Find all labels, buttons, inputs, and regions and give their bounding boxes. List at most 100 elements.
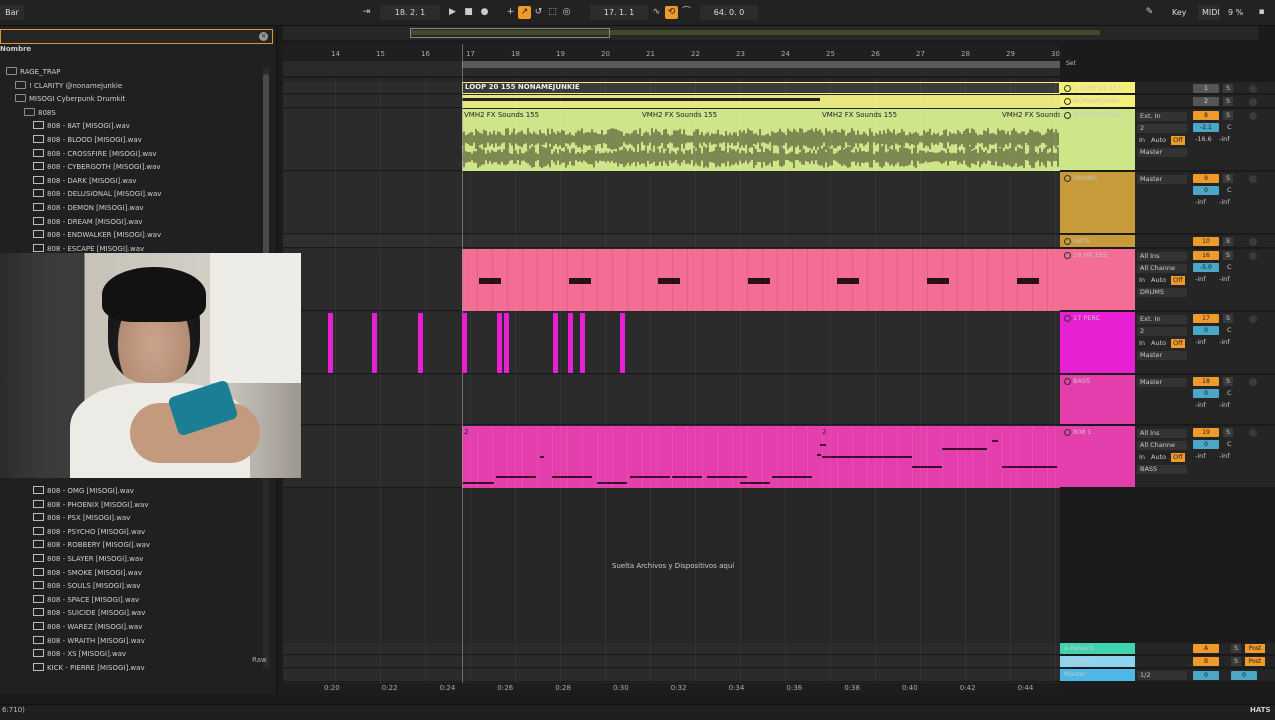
track-header[interactable]: 16 Hit 155 <box>1060 249 1135 311</box>
browser-item[interactable]: 808 - SPACE [MISOGI].wav <box>33 594 139 607</box>
lane-perc[interactable] <box>283 312 1060 374</box>
browser-item[interactable]: 808 - CYBERGOTH [MISOGI].wav <box>33 161 161 174</box>
track-header[interactable]: 8 VMH2 FX Sou <box>1060 109 1135 171</box>
browser-item[interactable]: 808 - SUICIDE [MISOGI].wav <box>33 607 145 620</box>
arm-icon[interactable] <box>1249 315 1257 323</box>
session-record-icon[interactable]: ◎ <box>560 6 573 19</box>
midi-note[interactable] <box>740 482 770 484</box>
midi-note[interactable] <box>568 278 591 284</box>
perc-clip[interactable] <box>620 313 625 373</box>
perc-clip[interactable] <box>462 313 467 373</box>
midi-note[interactable] <box>658 278 681 284</box>
browser-item[interactable]: 808 - DREAM [MISOGI].wav <box>33 216 142 229</box>
track-name[interactable]: 16 Hit 155 <box>1064 251 1107 259</box>
solo-button[interactable]: S <box>1231 644 1241 653</box>
raw-toggle[interactable]: Raw <box>252 656 267 664</box>
post-button[interactable]: Post <box>1245 644 1265 653</box>
monitor-in[interactable]: In <box>1139 136 1145 145</box>
perc-clip[interactable] <box>568 313 573 373</box>
play-icon[interactable]: ▶ <box>446 6 459 19</box>
send-a-value[interactable]: -inf <box>1195 338 1206 347</box>
perc-clip[interactable] <box>418 313 423 373</box>
lane-drums[interactable] <box>283 172 1060 234</box>
arm-icon[interactable] <box>1249 238 1257 246</box>
lane-return-a[interactable] <box>283 643 1060 655</box>
input-type-select[interactable]: Ext. In <box>1137 315 1187 324</box>
track-number[interactable]: 16 <box>1193 251 1219 260</box>
midi-note[interactable] <box>820 444 826 446</box>
volume-value[interactable]: 0 <box>1193 186 1219 195</box>
solo-button[interactable]: S <box>1223 97 1233 106</box>
track-name[interactable]: DRUMS <box>1064 174 1097 182</box>
solo-button[interactable]: S <box>1231 657 1241 666</box>
automation-arm-icon[interactable]: ↗ <box>518 6 531 19</box>
return-send-label[interactable]: A <box>1193 644 1219 653</box>
browser-item[interactable]: 808 - SMOKE [MISOGI].wav <box>33 567 142 580</box>
monitor-in[interactable]: In <box>1139 339 1145 348</box>
browser-item[interactable]: 808 - SOULS [MISOGI].wav <box>33 580 140 593</box>
track-name[interactable]: 1 LOOP 20 155 <box>1064 84 1122 92</box>
loop-brace[interactable] <box>462 61 1060 68</box>
perc-clip[interactable] <box>553 313 558 373</box>
solo-button[interactable]: S <box>1223 111 1233 120</box>
lane-master[interactable] <box>283 669 1060 682</box>
send-b-value[interactable]: -inf <box>1219 338 1230 347</box>
track-number[interactable]: 2 <box>1193 97 1219 106</box>
volume-value[interactable]: 0 <box>1193 389 1219 398</box>
arm-icon[interactable] <box>1249 252 1257 260</box>
solo-button[interactable]: S <box>1223 314 1233 323</box>
track-number[interactable]: 19 <box>1193 428 1219 437</box>
master-volume[interactable]: 0 <box>1193 671 1219 680</box>
track-header[interactable]: 808 1 <box>1060 426 1135 488</box>
browser-item[interactable]: 808 - 8AT [MISOGI].wav <box>33 120 130 133</box>
midi-note[interactable] <box>552 476 592 478</box>
send-a-value[interactable]: -16.6 <box>1195 135 1212 144</box>
solo-button[interactable]: S <box>1223 428 1233 437</box>
return-track-header[interactable]: Master <box>1060 669 1135 682</box>
midi-note[interactable] <box>837 278 860 284</box>
midi-note[interactable] <box>1016 278 1039 284</box>
track-name[interactable]: 17 PERC <box>1064 314 1100 322</box>
loop-switch-icon[interactable]: ⟲ <box>665 6 678 19</box>
browser-item[interactable]: 808 - DELUSIONAL [MISOGI].wav <box>33 188 161 201</box>
loop-length-display[interactable]: 64. 0. 0 <box>700 5 758 20</box>
track-header[interactable]: NONAMEJUNKI <box>1060 95 1135 108</box>
arm-icon[interactable] <box>1249 98 1257 106</box>
beat-time-ruler[interactable] <box>283 44 1060 60</box>
solo-button[interactable]: S <box>1223 251 1233 260</box>
browser-search-input[interactable]: × <box>0 29 273 44</box>
set-button[interactable]: Set <box>1066 60 1076 67</box>
output-select[interactable]: DRUMS <box>1137 288 1187 297</box>
browser-item[interactable]: MISOGI Cyberpunk Drumkit <box>15 93 125 106</box>
browser-item[interactable]: 808 - ENDWALKER [MISOGI].wav <box>33 229 161 242</box>
track-name[interactable]: 808 1 <box>1064 428 1092 436</box>
browser-item[interactable]: 808 - PHOENIX [MISOGI].wav <box>33 499 148 512</box>
browser-item[interactable]: ! CLARITY @nonamejunkie <box>15 80 122 93</box>
input-channel-select[interactable]: 2 <box>1137 327 1187 336</box>
monitor-in[interactable]: In <box>1139 453 1145 462</box>
clip-nonamejunki[interactable] <box>462 95 1060 108</box>
track-header[interactable]: DRUMS <box>1060 172 1135 234</box>
clip-loop[interactable]: LOOP 20 155 NONAMEJUNKIE <box>462 82 1060 94</box>
send-b-value[interactable]: -inf <box>1219 198 1230 207</box>
midi-note[interactable] <box>992 440 998 442</box>
track-number[interactable]: 18 <box>1193 377 1219 386</box>
browser-item[interactable]: 808 - PSX [MISOGI].wav <box>33 512 130 525</box>
output-select[interactable]: Master <box>1137 148 1187 157</box>
output-select[interactable]: Master <box>1137 175 1187 184</box>
monitor-auto[interactable]: Auto <box>1151 136 1166 145</box>
browser-item[interactable]: 808 - BLOOD [MISOGI].wav <box>33 134 142 147</box>
track-fold-icon[interactable] <box>1064 377 1071 385</box>
browser-item[interactable]: 808 - ROBBERY [MISOGI].wav <box>33 539 150 552</box>
input-type-select[interactable]: All Ins <box>1137 429 1187 438</box>
monitor-off[interactable]: Off <box>1171 453 1185 462</box>
volume-value[interactable]: -2.1 <box>1193 123 1219 132</box>
browser-item[interactable]: 808 - PSYCHO [MISOGI].wav <box>33 526 145 539</box>
midi-note[interactable] <box>540 456 544 458</box>
clip-fx[interactable]: VMH2 FX Sounds 155 VMH2 FX Sounds 155 VM… <box>462 109 1060 171</box>
track-fold-icon[interactable] <box>1064 174 1071 182</box>
lane-return-b[interactable] <box>283 656 1060 668</box>
midi-note[interactable] <box>496 476 536 478</box>
midi-note[interactable] <box>927 278 949 284</box>
perc-clip[interactable] <box>497 313 502 373</box>
